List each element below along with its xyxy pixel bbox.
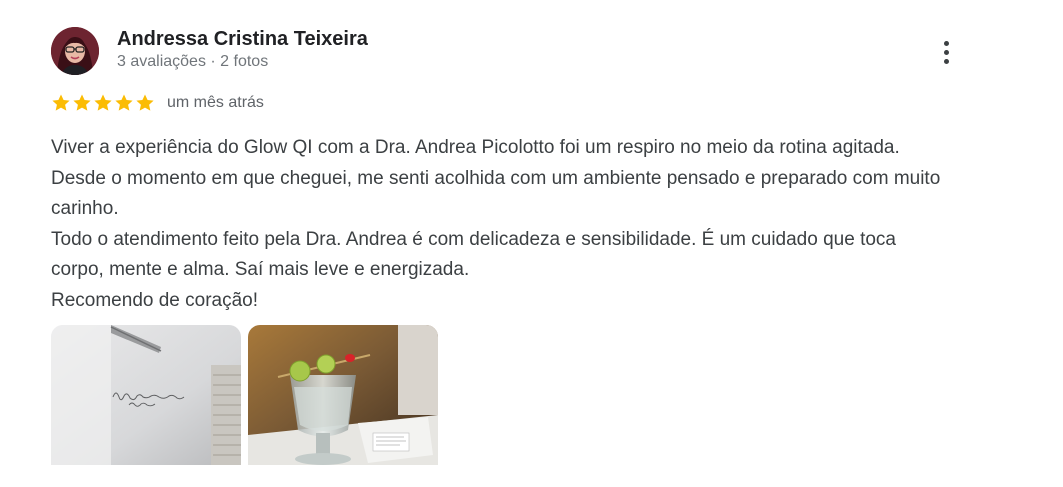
photo-wall-image	[51, 325, 241, 465]
review-text: Viver a experiência do Glow QI com a Dra…	[51, 133, 951, 316]
photo-glass-with-grapes[interactable]	[248, 325, 438, 465]
rating-row: um mês atrás	[51, 92, 264, 114]
review-text-paragraph: Recomendo de coração!	[51, 289, 259, 311]
review-text-paragraph: Viver a experiência do Glow QI com a Dra…	[51, 137, 941, 219]
more-vert-icon	[943, 40, 949, 46]
author-name[interactable]: Andressa Cristina Teixeira	[117, 28, 368, 51]
author-avatar[interactable]	[51, 27, 99, 75]
more-options-button[interactable]	[930, 36, 962, 68]
review-text-paragraph: Todo o atendimento feito pela Dra. Andre…	[51, 228, 896, 281]
review-card: Andressa Cristina Teixeira 3 avaliações …	[0, 0, 1063, 487]
star-icon	[115, 94, 133, 111]
review-photos	[51, 325, 438, 465]
star-icon	[73, 94, 91, 111]
photo-wall-lettering[interactable]	[51, 325, 241, 465]
photo-glass-image	[248, 325, 438, 465]
more-vert-icon	[943, 58, 949, 64]
star-icon	[52, 94, 70, 111]
review-date: um mês atrás	[167, 94, 264, 111]
author-meta[interactable]: 3 avaliações · 2 fotos	[117, 53, 268, 71]
star-icon	[94, 94, 112, 111]
star-rating	[51, 93, 155, 113]
more-vert-icon	[943, 49, 949, 55]
star-icon	[136, 94, 154, 111]
avatar-image	[51, 27, 99, 75]
